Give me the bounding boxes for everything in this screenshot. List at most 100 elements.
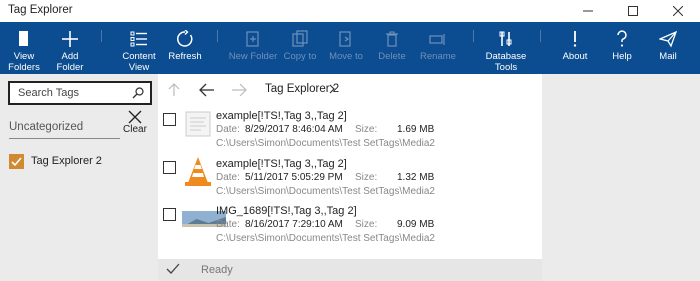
database-tools-label-line2: Tools	[494, 62, 518, 73]
view-folders-button[interactable]: View Folders	[2, 22, 46, 74]
add-folder-button[interactable]: Add Folder	[48, 22, 92, 74]
vlc-cone-icon	[185, 157, 211, 186]
window-title: Tag Explorer	[8, 4, 73, 16]
file-path: C:\Users\Simon\Documents\Test SetTags\Me…	[216, 186, 435, 197]
new-folder-button[interactable]: New Folder	[228, 22, 278, 74]
list-view-icon	[130, 31, 147, 47]
tag-label: Tag Explorer 2	[31, 155, 102, 167]
content-view-label-line2: View	[128, 62, 150, 73]
refresh-button[interactable]: Refresh	[165, 22, 205, 74]
file-name: example[!TS!,Tag 3,,Tag 2]	[216, 158, 347, 170]
file-date: 8/16/2017 7:29:10 AM	[245, 219, 343, 230]
back-button[interactable]	[196, 81, 218, 99]
move-icon	[339, 31, 351, 47]
checkmark-icon	[11, 156, 22, 166]
add-folder-label: Add Folder	[56, 51, 84, 73]
file-date: 5/11/2017 5:05:29 PM	[245, 172, 343, 183]
copy-icon	[292, 30, 308, 47]
clear-label: Clear	[123, 124, 147, 135]
file-date: 8/29/2017 8:46:04 AM	[245, 124, 343, 135]
tag-checkbox[interactable]	[9, 153, 24, 169]
size-label: Size:	[355, 219, 378, 230]
maximize-button[interactable]	[610, 0, 655, 22]
tag-group-label: Uncategorized	[9, 121, 84, 133]
file-name: example[!TS!,Tag 3,,Tag 2]	[216, 110, 347, 122]
status-text: Ready	[201, 264, 233, 276]
mail-button[interactable]: Mail	[649, 22, 687, 74]
divider	[9, 138, 120, 139]
close-icon	[128, 110, 142, 124]
maximize-icon	[627, 6, 638, 16]
refresh-icon	[177, 30, 193, 47]
preview-pane	[542, 74, 700, 281]
rename-label: Rename	[420, 51, 456, 62]
copy-to-label: Copy to	[283, 51, 317, 62]
size-label: Size:	[355, 172, 378, 183]
send-icon	[659, 30, 677, 48]
refresh-label: Refresh	[168, 51, 202, 62]
arrow-up-icon	[168, 83, 180, 96]
new-folder-icon	[246, 31, 259, 47]
rename-icon	[429, 34, 445, 45]
delete-button[interactable]: Delete	[372, 22, 412, 74]
date-label: Date:	[216, 172, 240, 183]
chevron-right-icon[interactable]	[328, 84, 336, 94]
view-folders-label: View Folders	[8, 51, 40, 73]
about-button[interactable]: About	[556, 22, 594, 74]
help-button[interactable]: Help	[603, 22, 641, 74]
toolbar-separator	[540, 30, 541, 42]
file-checkbox[interactable]	[163, 161, 176, 174]
arrow-right-icon	[232, 83, 247, 97]
checkmark-icon	[166, 263, 180, 274]
about-label: About	[562, 51, 588, 62]
delete-label: Delete	[378, 51, 406, 62]
help-label: Help	[612, 51, 632, 62]
exclamation-icon	[573, 31, 577, 47]
toolbar-separator	[217, 30, 218, 42]
tags-pane: Search Tags Uncategorized Clear Tag Expl…	[0, 74, 158, 281]
file-row[interactable]: example[!TS!,Tag 3,,Tag 2] Date: 8/29/20…	[158, 108, 542, 156]
content-view-label-line1: Content	[122, 51, 156, 62]
file-row[interactable]: IMG_1689[!TS!,Tag 3,,Tag 2] Date: 8/16/2…	[158, 203, 542, 251]
file-size: 1.69 MB	[397, 124, 435, 135]
date-label: Date:	[216, 124, 240, 135]
search-tags-input[interactable]: Search Tags	[18, 87, 79, 99]
file-size: 9.09 MB	[397, 219, 435, 230]
up-button[interactable]	[163, 81, 185, 99]
close-icon	[672, 6, 683, 16]
file-checkbox[interactable]	[163, 208, 176, 221]
clear-tags-button[interactable]: Clear	[122, 110, 148, 140]
sidebar-icon	[19, 31, 28, 46]
document-thumbnail	[185, 111, 211, 137]
date-label: Date:	[216, 219, 240, 230]
title-bar: Tag Explorer	[0, 0, 700, 22]
close-button[interactable]	[655, 0, 700, 22]
navigation-bar: Tag Explorer 2	[158, 74, 542, 106]
tools-icon	[499, 31, 512, 46]
rename-button[interactable]: Rename	[418, 22, 458, 74]
forward-button[interactable]	[228, 81, 250, 99]
database-tools-button[interactable]: Database Tools	[484, 22, 528, 74]
plus-icon	[62, 31, 78, 47]
move-to-label: Move to	[329, 51, 363, 62]
copy-to-button[interactable]: Copy to	[280, 22, 320, 74]
tag-item[interactable]: Tag Explorer 2	[9, 153, 102, 169]
minimize-button[interactable]	[565, 0, 610, 22]
search-tags-box[interactable]: Search Tags	[8, 81, 152, 105]
toolbar-separator	[473, 30, 474, 42]
file-checkbox[interactable]	[163, 113, 176, 126]
file-row[interactable]: example[!TS!,Tag 3,,Tag 2] Date: 5/11/20…	[158, 156, 542, 204]
mail-label: Mail	[659, 51, 677, 62]
file-list-pane: Tag Explorer 2 example[!TS!,Tag 3,,Tag 2…	[158, 74, 542, 281]
question-icon	[617, 30, 627, 47]
search-icon[interactable]	[132, 87, 144, 99]
toolbar: View Folders Add Folder Content View Ref…	[0, 22, 700, 74]
move-to-button[interactable]: Move to	[326, 22, 366, 74]
content-view-button[interactable]: Content View	[117, 22, 161, 74]
toolbar-separator	[101, 30, 102, 42]
status-bar: Ready	[158, 259, 542, 281]
file-size: 1.32 MB	[397, 172, 435, 183]
file-path: C:\Users\Simon\Documents\Test SetTags\Me…	[216, 138, 435, 149]
file-path: C:\Users\Simon\Documents\Test SetTags\Me…	[216, 233, 435, 244]
minimize-icon	[582, 10, 593, 12]
